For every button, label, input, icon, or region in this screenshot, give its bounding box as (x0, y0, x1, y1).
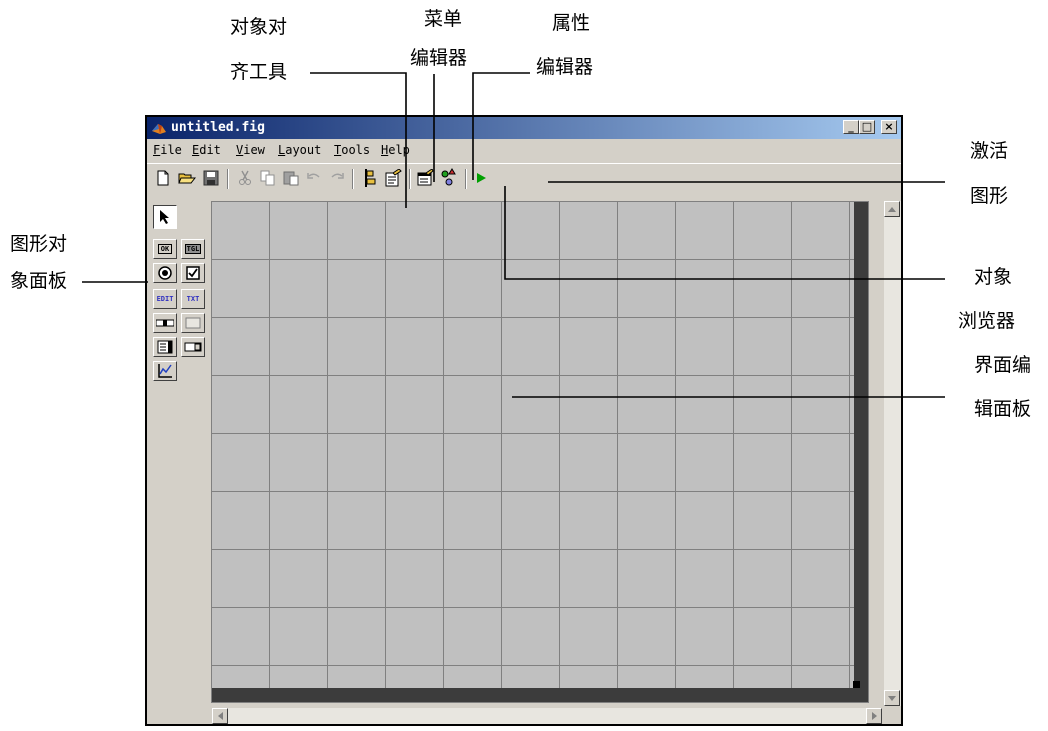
menu-editor-icon[interactable] (383, 168, 403, 188)
activate-figure-label-1: 激活 (970, 140, 1009, 162)
open-folder-icon[interactable] (177, 168, 197, 188)
align-tool-label-2: 齐工具 (230, 61, 288, 83)
close-button[interactable]: × (881, 120, 897, 134)
arrow-left-icon (217, 712, 223, 720)
popup-menu-tool[interactable] (181, 337, 205, 357)
undo-icon[interactable] (304, 168, 324, 188)
maximize-button[interactable]: □ (859, 120, 875, 134)
menu-file[interactable]: File (153, 143, 182, 157)
menu-bar: File Edit View Layout Tools Help (147, 140, 901, 160)
menu-editor-label-1: 菜单 (424, 8, 463, 30)
radio-button-tool[interactable] (153, 263, 177, 283)
menu-view[interactable]: View (236, 143, 265, 157)
arrow-up-icon (888, 206, 896, 212)
edit-text-tool-label: EDIT (156, 295, 174, 303)
window-title: untitled.fig (171, 120, 265, 135)
checkbox-icon (186, 266, 200, 280)
copy-icon[interactable] (258, 168, 278, 188)
toolbar-separator (409, 169, 411, 189)
listbox-tool[interactable] (153, 337, 177, 357)
frame-icon (185, 317, 201, 329)
guide-window: untitled.fig _ □ × File Edit View Layout… (145, 115, 903, 726)
object-browser-icon[interactable] (439, 168, 459, 188)
checkbox-tool[interactable] (181, 263, 205, 283)
axes-tool[interactable] (153, 361, 177, 381)
menu-help[interactable]: Help (381, 143, 410, 157)
redo-icon[interactable] (327, 168, 347, 188)
menu-edit[interactable]: Edit (192, 143, 221, 157)
horizontal-scrollbar[interactable] (212, 708, 882, 724)
property-editor-icon[interactable] (415, 168, 435, 188)
scroll-up-button[interactable] (884, 201, 900, 217)
toggle-button-tool[interactable]: TGL (181, 239, 205, 259)
activate-figure-icon[interactable] (471, 168, 491, 188)
layout-area-label-1: 界面编 (974, 354, 1032, 376)
toolbar-separator (227, 169, 229, 189)
push-button-tool-label: OK (157, 244, 173, 254)
object-palette-label-2: 象面板 (10, 270, 68, 292)
object-browser-label-2: 浏览器 (958, 310, 1016, 332)
vertical-scrollbar[interactable] (884, 201, 901, 706)
paste-icon[interactable] (281, 168, 301, 188)
matlab-logo-icon (152, 124, 166, 134)
save-icon[interactable] (201, 168, 221, 188)
arrow-right-icon (871, 712, 877, 720)
align-objects-icon[interactable] (359, 168, 379, 188)
popup-menu-icon (184, 342, 202, 352)
edit-text-tool[interactable]: EDIT (153, 289, 177, 309)
scroll-right-button[interactable] (866, 708, 882, 724)
toolbar (147, 163, 901, 192)
menu-editor-label-2: 编辑器 (410, 47, 468, 69)
title-bar[interactable]: untitled.fig _ □ × (147, 117, 901, 139)
static-text-tool-label: TXT (186, 295, 200, 303)
arrow-pointer-icon (160, 210, 169, 224)
frame-tool[interactable] (181, 313, 205, 333)
cut-icon[interactable] (235, 168, 255, 188)
arrow-down-icon (888, 695, 896, 701)
layout-grid[interactable] (212, 202, 854, 688)
toolbar-separator (352, 169, 354, 189)
slider-tool[interactable] (153, 313, 177, 333)
property-editor-label-2: 编辑器 (536, 56, 594, 78)
slider-icon (156, 319, 174, 327)
activate-figure-label-2: 图形 (970, 185, 1009, 207)
object-palette-label-1: 图形对 (10, 233, 68, 255)
scroll-left-button[interactable] (212, 708, 228, 724)
layout-area-label-2: 辑面板 (974, 398, 1032, 420)
menu-layout[interactable]: Layout (278, 143, 321, 157)
minimize-button[interactable]: _ (843, 120, 859, 134)
layout-area[interactable] (211, 201, 869, 703)
push-button-tool[interactable]: OK (153, 239, 177, 259)
property-editor-label-1: 属性 (552, 12, 591, 34)
scroll-down-button[interactable] (884, 690, 900, 706)
align-tool-label-1: 对象对 (230, 16, 288, 38)
axes-icon (158, 364, 172, 378)
new-file-icon[interactable] (153, 168, 173, 188)
menu-tools[interactable]: Tools (334, 143, 370, 157)
radio-icon (158, 266, 172, 280)
object-browser-label-1: 对象 (974, 266, 1013, 288)
listbox-icon (157, 340, 173, 354)
resize-handle[interactable] (853, 681, 860, 688)
component-palette: OK TGL EDIT TXT (149, 201, 211, 722)
static-text-tool[interactable]: TXT (181, 289, 205, 309)
select-tool-button[interactable] (153, 205, 177, 229)
toolbar-separator (465, 169, 467, 189)
toggle-button-tool-label: TGL (184, 244, 202, 254)
